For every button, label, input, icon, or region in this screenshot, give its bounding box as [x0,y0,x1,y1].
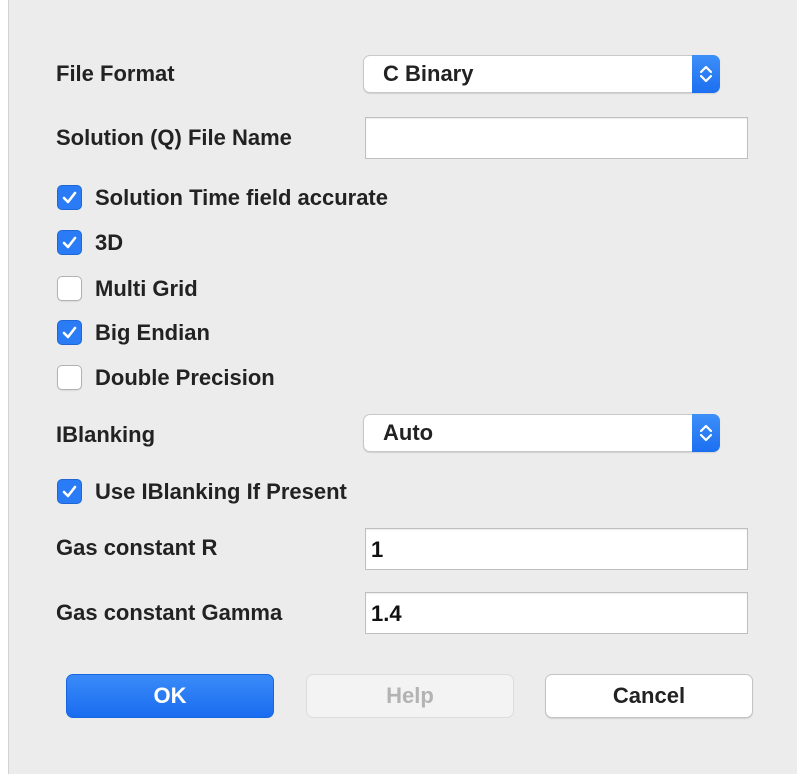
gas-constant-gamma-input[interactable]: 1.4 [365,592,748,634]
file-format-label: File Format [56,61,175,86]
checkbox-unchecked-icon[interactable] [57,365,82,390]
checkbox-checked-icon[interactable] [57,185,82,210]
checkbox-checked-icon[interactable] [57,479,82,504]
file-format-value: C Binary [383,61,474,86]
chevron-up-down-icon [692,414,720,452]
checkbox-checked-icon[interactable] [57,320,82,345]
checkbox-label: Multi Grid [95,276,198,301]
gas-constant-r-value: 1 [371,537,384,562]
cancel-button[interactable]: Cancel [545,674,753,718]
checkbox-unchecked-icon[interactable] [57,276,82,301]
solution-file-input[interactable] [365,117,748,159]
chevron-up-down-icon [692,55,720,93]
checkbox-checked-icon[interactable] [57,230,82,255]
iblanking-label: IBlanking [56,422,156,447]
export-dialog: File Format C Binary Solution (Q) File N… [8,0,797,774]
file-format-select[interactable]: C Binary [363,55,720,93]
help-button[interactable]: Help [306,674,514,718]
gas-constant-gamma-label: Gas constant Gamma [56,600,283,625]
gas-constant-gamma-value: 1.4 [371,601,402,626]
gas-constant-r-input[interactable]: 1 [365,528,748,570]
iblanking-select[interactable]: Auto [363,414,720,452]
checkbox-label: Use IBlanking If Present [95,479,347,504]
solution-file-label: Solution (Q) File Name [56,125,292,150]
checkbox-label: 3D [95,230,124,255]
ok-button[interactable]: OK [66,674,274,718]
checkbox-label: Big Endian [95,320,210,345]
iblanking-value: Auto [383,420,434,445]
checkbox-label: Solution Time field accurate [95,185,388,210]
gas-constant-r-label: Gas constant R [56,535,218,560]
checkbox-label: Double Precision [95,365,275,390]
